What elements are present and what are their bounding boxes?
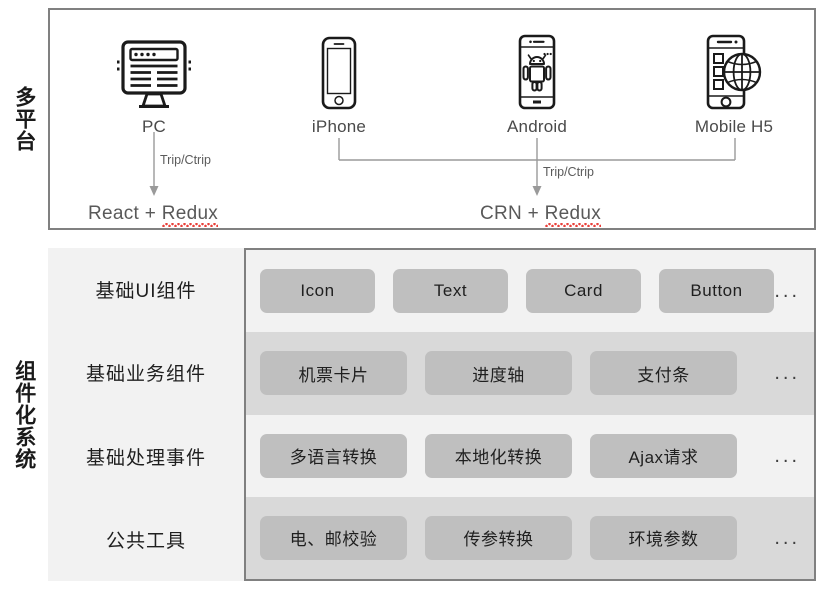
device-label-iphone: iPhone — [311, 117, 367, 136]
iphone-icon — [269, 32, 409, 112]
stack-label-react-redux: Redux — [161, 203, 219, 227]
component-rows-panel: Icon Text Card Button ... 机票卡片 进度轴 支付条 .… — [244, 248, 816, 581]
device-android: Android — [467, 32, 607, 137]
component-pill-progress-axis[interactable]: 进度轴 — [425, 351, 572, 396]
component-pill-param-conversion[interactable]: 传参转换 — [425, 515, 572, 560]
category-label-ui: 基础UI组件 — [95, 281, 197, 303]
stack-label-react-prefix: React + — [88, 203, 162, 224]
device-iphone: iPhone — [269, 32, 409, 137]
category-label-events: 基础处理事件 — [85, 447, 206, 469]
component-row-business: 机票卡片 进度轴 支付条 ... — [246, 332, 814, 415]
section-label-platform: 多平台 — [0, 8, 48, 230]
row-ellipsis-ui[interactable]: ... — [774, 281, 808, 301]
component-pill-card[interactable]: Card — [526, 269, 641, 314]
section-label-platform-text: 多平台 — [12, 86, 36, 152]
stack-label-react: React + Redux — [88, 203, 219, 227]
mobile-globe-icon — [664, 32, 804, 112]
row-ellipsis-events[interactable]: ... — [774, 446, 808, 466]
component-row-ui: Icon Text Card Button ... — [246, 250, 814, 333]
component-pill-phone-email-validation[interactable]: 电、邮校验 — [260, 515, 407, 560]
device-label-mobile-h5: Mobile H5 — [694, 117, 774, 136]
category-label-business: 基础业务组件 — [85, 364, 206, 386]
component-pill-text[interactable]: Text — [393, 269, 508, 314]
row-ellipsis-business[interactable]: ... — [774, 363, 808, 383]
component-row-events: 多语言转换 本地化转换 Ajax请求 ... — [246, 414, 814, 497]
device-pc: PC — [84, 32, 224, 137]
flow-label-pc: Trip/Ctrip — [160, 153, 211, 167]
section-label-component-system-text: 组件化系统 — [12, 359, 36, 470]
flow-label-mobile: Trip/Ctrip — [543, 165, 594, 179]
desktop-monitor-icon — [84, 32, 224, 112]
stack-label-crn-prefix: CRN + — [480, 203, 545, 224]
component-row-utils: 电、邮校验 传参转换 环境参数 ... — [246, 496, 814, 579]
component-system-panel: 基础UI组件 基础业务组件 基础处理事件 公共工具 Icon Text Card… — [48, 248, 816, 581]
component-pill-button[interactable]: Button — [659, 269, 774, 314]
device-label-android: Android — [507, 117, 567, 136]
component-pill-i18n-conversion[interactable]: 多语言转换 — [260, 433, 407, 478]
component-pill-flight-ticket-card[interactable]: 机票卡片 — [260, 351, 407, 396]
android-phone-icon — [467, 32, 607, 112]
row-ellipsis-utils[interactable]: ... — [774, 528, 808, 548]
platform-panel: PC iPhone Android Mobile H5 Trip/Ctrip T… — [48, 8, 816, 230]
category-label-utils: 公共工具 — [105, 530, 186, 552]
component-pill-ajax-request[interactable]: Ajax请求 — [590, 433, 737, 478]
section-label-component-system: 组件化系统 — [0, 248, 48, 581]
device-label-pc: PC — [141, 117, 167, 136]
component-pill-icon[interactable]: Icon — [260, 269, 375, 314]
category-column: 基础UI组件 基础业务组件 基础处理事件 公共工具 — [48, 248, 244, 581]
component-pill-payment-bar[interactable]: 支付条 — [590, 351, 737, 396]
stack-label-crn: CRN + Redux — [480, 203, 602, 227]
stack-label-crn-redux: Redux — [544, 203, 602, 227]
component-pill-environment-params[interactable]: 环境参数 — [590, 515, 737, 560]
device-mobile-h5: Mobile H5 — [664, 32, 804, 137]
component-pill-localization-conversion[interactable]: 本地化转换 — [425, 433, 572, 478]
